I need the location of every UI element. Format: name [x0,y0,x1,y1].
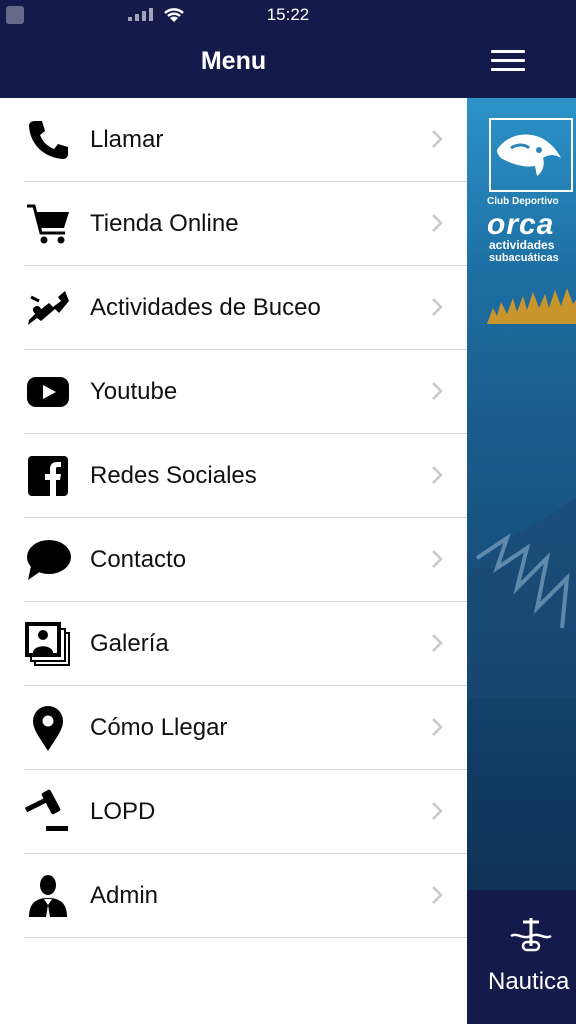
club-banner-image: Club Deportivo orca actividades subacuát… [467,98,576,890]
chevron-right-icon [432,886,443,904]
menu-item-actividades-buceo[interactable]: Actividades de Buceo [24,266,467,350]
drawer-header: Menu [0,32,467,98]
menu-item-label: Cómo Llegar [90,713,228,741]
menu-item-label: Admin [90,881,159,909]
menu-item-contacto[interactable]: Contacto [24,518,467,602]
diver-icon [24,284,72,332]
cart-icon [24,200,72,248]
menu-item-label: Llamar [90,125,164,153]
menu-item-lopd[interactable]: LOPD [24,770,467,854]
location-pin-icon [24,704,72,752]
menu-item-label: Redes Sociales [90,461,257,489]
hamburger-menu-icon[interactable] [491,50,525,72]
menu-item-label: Contacto [90,545,187,573]
menu-item-label: LOPD [90,797,156,825]
chevron-right-icon [432,382,443,400]
youtube-icon [24,368,72,416]
brand-subtitle-line1: actividades [489,238,555,252]
menu-item-label: Actividades de Buceo [90,293,321,321]
menu-item-label: Youtube [90,377,178,405]
chevron-right-icon [432,802,443,820]
nautica-icon [510,918,552,952]
chevron-right-icon [432,298,443,316]
admin-user-icon [24,872,72,920]
chevron-right-icon [432,130,443,148]
gallery-icon [24,620,72,668]
tab-label: Nautica [488,968,570,995]
reef-decoration [467,498,576,698]
tab-bar: Nautica [467,890,576,1024]
menu-item-redes-sociales[interactable]: Redes Sociales [24,434,467,518]
chevron-right-icon [432,214,443,232]
gavel-icon [24,788,72,836]
menu-item-label: Tienda Online [90,209,239,237]
menu-item-galeria[interactable]: Galería [24,602,467,686]
side-drawer: Menu Llamar Tienda Online Actividades de… [0,0,467,1024]
brand-text: orca [487,208,555,241]
chevron-right-icon [432,550,443,568]
menu-item-admin[interactable]: Admin [24,854,467,938]
chevron-right-icon [432,466,443,484]
coral-decoration [487,288,576,324]
chevron-right-icon [432,718,443,736]
drawer-title: Menu [200,47,267,75]
menu-item-youtube[interactable]: Youtube [24,350,467,434]
menu-item-tienda-online[interactable]: Tienda Online [24,182,467,266]
facebook-icon [24,452,72,500]
club-name-text: Club Deportivo [487,196,559,207]
menu-item-label: Galería [90,629,169,657]
chat-bubble-icon [24,536,72,584]
drawer-menu: Llamar Tienda Online Actividades de Buce… [0,98,467,1024]
orca-logo-icon [489,118,573,192]
brand-subtitle-line2: subacuáticas [489,252,559,264]
main-content-peek[interactable]: Club Deportivo orca actividades subacuát… [467,0,576,1024]
menu-item-llamar[interactable]: Llamar [24,98,467,182]
phone-icon [24,116,72,164]
chevron-right-icon [432,634,443,652]
menu-item-como-llegar[interactable]: Cómo Llegar [24,686,467,770]
